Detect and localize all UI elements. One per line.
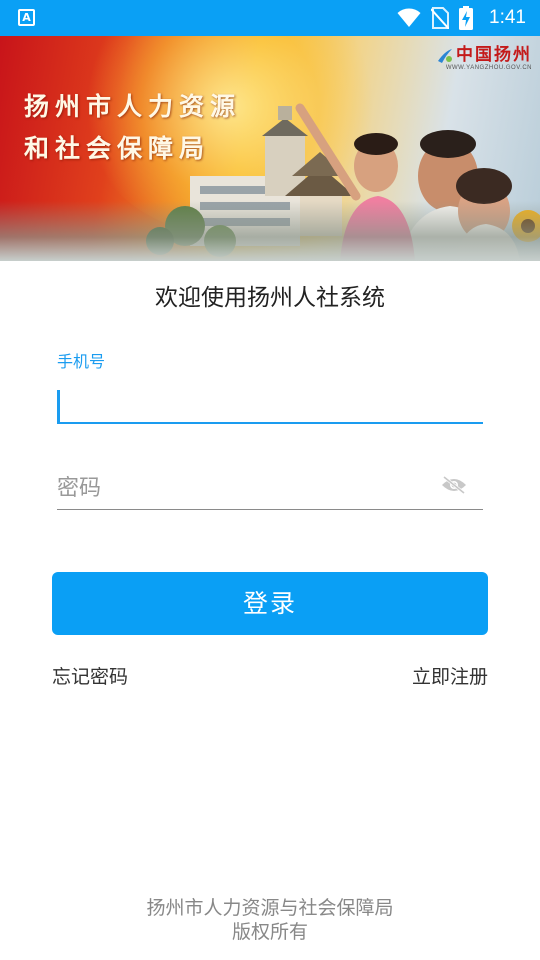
phone-input[interactable] bbox=[57, 386, 483, 422]
battery-charging-icon bbox=[459, 6, 474, 30]
banner-title-line2: 和社会保障局 bbox=[24, 134, 211, 163]
footer-line1: 扬州市人力资源与社会保障局 bbox=[146, 897, 394, 919]
login-button[interactable]: 登录 bbox=[52, 572, 488, 635]
password-visibility-toggle-icon[interactable] bbox=[441, 476, 467, 494]
clock: 1:41 bbox=[489, 7, 526, 28]
wifi-icon bbox=[397, 8, 421, 27]
register-link[interactable]: 立即注册 bbox=[412, 662, 488, 689]
banner-ground bbox=[0, 201, 540, 261]
logo-url: WWW.YANGZHOU.GOV.CN bbox=[445, 65, 532, 71]
no-sim-icon bbox=[431, 7, 450, 29]
logo-swoosh-icon bbox=[438, 48, 452, 63]
banner-title-line1: 扬州市人力资源 bbox=[24, 92, 242, 121]
app-notification-icon: A bbox=[18, 9, 35, 26]
banner-title: 扬州市人力资源 和社会保障局 bbox=[24, 86, 241, 170]
welcome-title: 欢迎使用扬州人社系统 bbox=[155, 285, 385, 311]
banner-logo: 中国扬州 WWW.YANGZHOU.GOV.CN bbox=[436, 40, 532, 71]
password-field[interactable]: 密码 bbox=[57, 460, 483, 510]
status-icons: 1:41 bbox=[397, 0, 526, 36]
footer: 扬州市人力资源与社会保障局 版权所有 bbox=[0, 896, 540, 944]
phone-field: 手机号 bbox=[57, 348, 483, 424]
password-placeholder: 密码 bbox=[57, 476, 102, 501]
logo-text: 中国扬州 bbox=[456, 45, 532, 65]
forgot-password-link[interactable]: 忘记密码 bbox=[52, 662, 128, 689]
status-bar: A 1:41 bbox=[0, 0, 540, 36]
phone-input-wrapper bbox=[57, 372, 483, 424]
footer-line2: 版权所有 bbox=[231, 921, 308, 943]
phone-label: 手机号 bbox=[57, 352, 106, 371]
header-banner: 扬州市人力资源 和社会保障局 中国扬州 WWW.YANGZHOU.GOV.CN bbox=[0, 36, 540, 261]
